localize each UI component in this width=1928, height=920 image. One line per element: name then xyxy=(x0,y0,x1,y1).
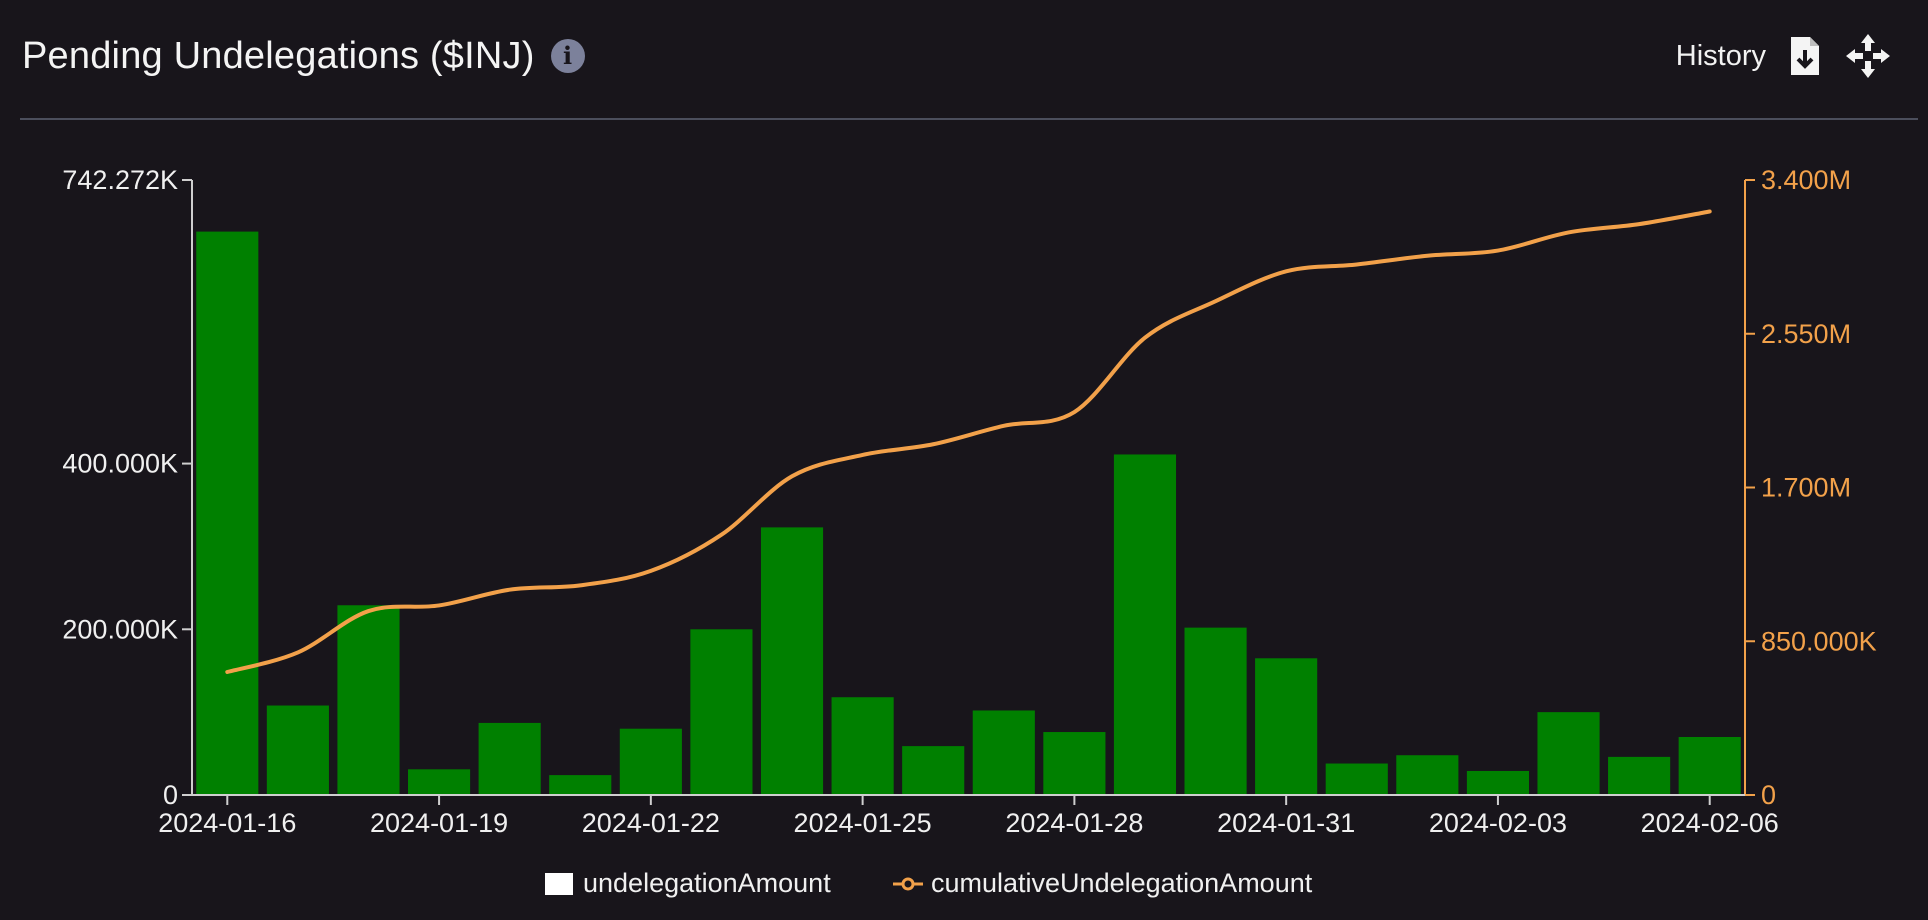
bar-2024-01-20[interactable] xyxy=(478,722,541,795)
x-tick-label: 2024-01-19 xyxy=(370,808,508,838)
x-tick-label: 2024-01-28 xyxy=(1005,808,1143,838)
right-y-axis: 0 850.000K 1.700M 2.550M 3.400M xyxy=(1744,165,1877,810)
right-tick-label: 1.700M xyxy=(1761,473,1851,503)
x-axis: 2024-01-16 2024-01-19 2024-01-22 2024-01-25… xyxy=(158,794,1779,838)
line-series xyxy=(225,209,1712,674)
left-y-axis: 0 200.000K 400.000K 742.272K xyxy=(62,165,193,810)
bar-2024-02-04[interactable] xyxy=(1537,712,1600,795)
x-tick-label: 2024-01-22 xyxy=(582,808,720,838)
bar-2024-01-30[interactable] xyxy=(1184,627,1247,795)
bar-2024-01-31[interactable] xyxy=(1255,658,1318,795)
right-tick-label: 2.550M xyxy=(1761,319,1851,349)
bar-2024-01-23[interactable] xyxy=(690,629,753,795)
bar-2024-01-22[interactable] xyxy=(619,728,682,795)
left-tick-label: 400.000K xyxy=(62,449,178,479)
bar-2024-01-25[interactable] xyxy=(831,697,894,795)
x-tick-label: 2024-02-03 xyxy=(1429,808,1567,838)
chart-widget: Pending Undelegations ($INJ) i History 0… xyxy=(0,0,1928,920)
bar-2024-01-24[interactable] xyxy=(760,527,824,795)
left-tick-label: 0 xyxy=(163,780,178,810)
right-tick-label: 3.400M xyxy=(1761,165,1851,195)
bar-2024-01-27[interactable] xyxy=(972,710,1035,795)
right-tick-label: 850.000K xyxy=(1761,626,1877,656)
bar-2024-01-29[interactable] xyxy=(1113,454,1177,795)
legend-swatch-bar[interactable] xyxy=(545,873,573,895)
x-tick-label: 2024-01-31 xyxy=(1217,808,1355,838)
cumulative-line[interactable] xyxy=(225,209,1712,674)
x-tick-label: 2024-01-16 xyxy=(158,808,296,838)
legend: undelegationAmount cumulativeUndelegatio… xyxy=(545,868,1313,898)
x-tick-label: 2024-02-06 xyxy=(1641,808,1779,838)
bar-2024-01-16[interactable] xyxy=(196,231,259,795)
legend-label-bar[interactable]: undelegationAmount xyxy=(583,868,831,898)
bar-2024-01-17[interactable] xyxy=(266,705,329,795)
chart-canvas: 0 200.000K 400.000K 742.272K 0 850.000K 1.700… xyxy=(62,165,1877,898)
bar-2024-02-05[interactable] xyxy=(1608,756,1671,795)
bar-2024-02-02[interactable] xyxy=(1396,755,1459,795)
bar-2024-02-01[interactable] xyxy=(1325,763,1388,795)
bar-2024-01-28[interactable] xyxy=(1043,732,1106,795)
left-tick-label: 200.000K xyxy=(62,614,178,644)
left-tick-label: 742.272K xyxy=(62,165,178,195)
legend-swatch-marker xyxy=(901,877,915,891)
bar-series xyxy=(196,231,1741,795)
bar-2024-01-21[interactable] xyxy=(549,775,612,795)
bar-2024-02-03[interactable] xyxy=(1466,770,1529,795)
x-tick-label: 2024-01-25 xyxy=(794,808,932,838)
right-tick-label: 0 xyxy=(1761,780,1776,810)
legend-label-line[interactable]: cumulativeUndelegationAmount xyxy=(931,868,1313,898)
bar-2024-01-18[interactable] xyxy=(337,605,400,795)
bar-2024-02-06[interactable] xyxy=(1678,737,1741,795)
bar-2024-01-19[interactable] xyxy=(408,769,471,795)
bar-2024-01-26[interactable] xyxy=(902,746,965,795)
